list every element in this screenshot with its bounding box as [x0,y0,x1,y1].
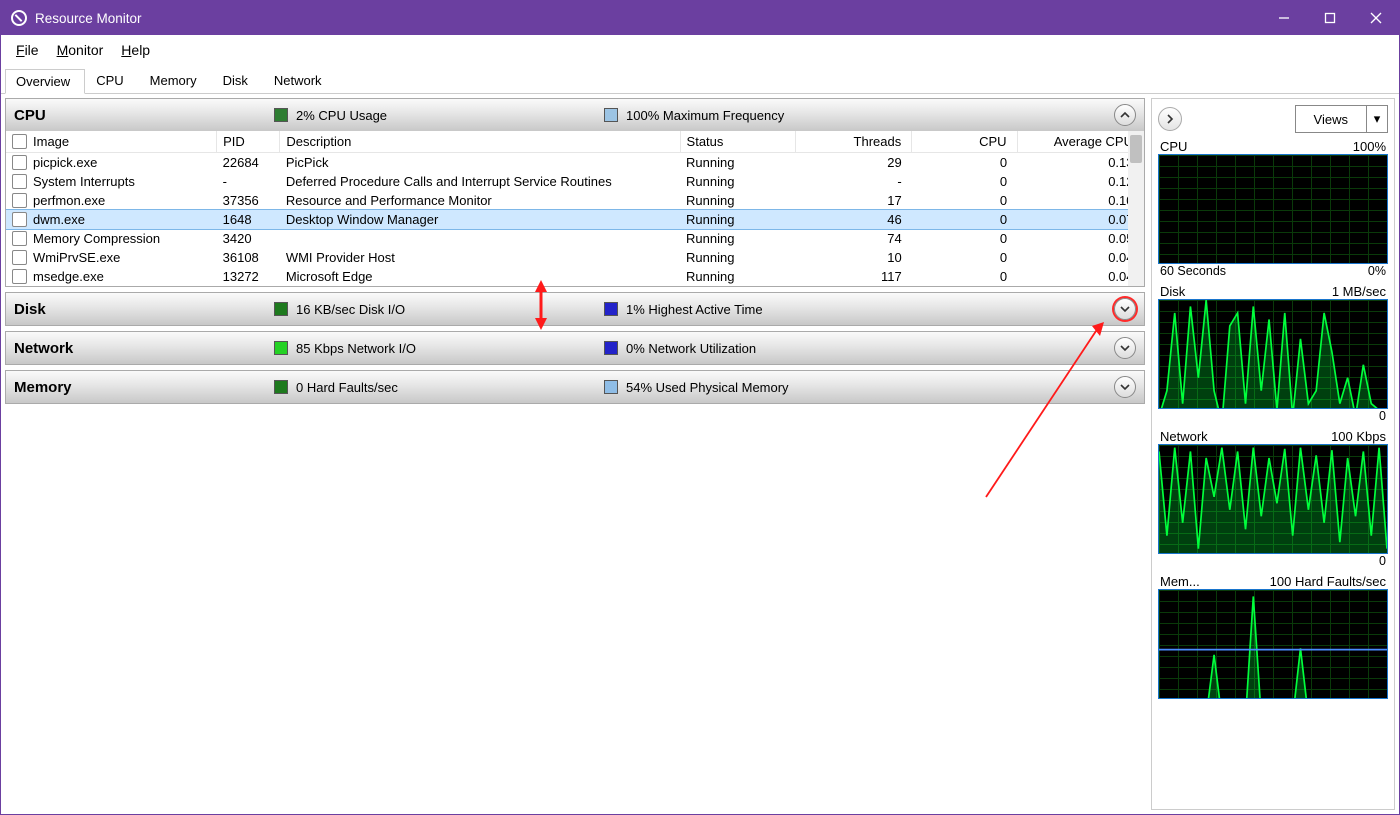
section-header-disk[interactable]: Disk 16 KB/sec Disk I/O 1% Highest Activ… [6,293,1144,325]
swatch-icon [604,380,618,394]
section-disk: Disk 16 KB/sec Disk I/O 1% Highest Activ… [5,292,1145,326]
resmon-icon [11,10,27,26]
checkbox[interactable] [12,193,27,208]
menubar: File Monitor Help [1,35,1399,66]
checkbox[interactable] [12,155,27,170]
table-row[interactable]: dwm.exe1648Desktop Window ManagerRunning… [6,210,1144,229]
checkbox[interactable] [12,269,27,284]
menu-monitor[interactable]: Monitor [48,38,113,62]
col-image[interactable]: Image [6,131,217,153]
swatch-icon [274,341,288,355]
table-row[interactable]: msedge.exe13272Microsoft EdgeRunning1170… [6,267,1144,286]
maximize-button[interactable] [1307,1,1353,35]
tab-overview[interactable]: Overview [5,69,85,94]
pane-collapse-icon[interactable] [1158,107,1182,131]
col-avgcpu[interactable]: Average CPU [1017,131,1143,153]
swatch-icon [274,380,288,394]
swatch-icon [274,302,288,316]
swatch-icon [604,302,618,316]
table-row[interactable]: picpick.exe22684PicPickRunning2900.13 [6,153,1144,173]
scrollbar[interactable] [1128,131,1144,286]
section-header-network[interactable]: Network 85 Kbps Network I/O 0% Network U… [6,332,1144,364]
swatch-icon [604,341,618,355]
table-row[interactable]: WmiPrvSE.exe36108WMI Provider HostRunnin… [6,248,1144,267]
collapse-up-icon[interactable] [1114,104,1136,126]
checkbox[interactable] [12,134,27,149]
section-cpu: CPU 2% CPU Usage 100% Maximum Frequency … [5,98,1145,287]
window-title: Resource Monitor [35,11,142,26]
chart-network: Network100 Kbps0 [1158,429,1388,568]
expand-down-icon[interactable] [1114,337,1136,359]
section-memory: Memory 0 Hard Faults/sec 54% Used Physic… [5,370,1145,404]
chevron-down-icon[interactable]: ▾ [1366,106,1387,132]
swatch-icon [604,108,618,122]
checkbox[interactable] [12,174,27,189]
menu-file[interactable]: File [7,38,48,62]
tab-disk[interactable]: Disk [212,68,263,93]
left-pane: CPU 2% CPU Usage 100% Maximum Frequency … [5,98,1145,810]
cpu-process-table: Image PID Description Status Threads CPU… [6,131,1144,286]
section-header-cpu[interactable]: CPU 2% CPU Usage 100% Maximum Frequency [6,99,1144,131]
col-pid[interactable]: PID [217,131,280,153]
close-button[interactable] [1353,1,1399,35]
col-status[interactable]: Status [680,131,796,153]
table-row[interactable]: Memory Compression3420Running7400.05 [6,229,1144,248]
section-network: Network 85 Kbps Network I/O 0% Network U… [5,331,1145,365]
views-dropdown[interactable]: Views ▾ [1295,105,1388,133]
tab-network[interactable]: Network [263,68,337,93]
chart-cpu: CPU100%60 Seconds0% [1158,139,1388,278]
chart-disk: Disk1 MB/sec0 [1158,284,1388,423]
table-row[interactable]: System Interrupts-Deferred Procedure Cal… [6,172,1144,191]
section-title: CPU [14,107,274,124]
tab-memory[interactable]: Memory [139,68,212,93]
titlebar: Resource Monitor [1,1,1399,35]
checkbox[interactable] [12,212,27,227]
tabstrip: Overview CPU Memory Disk Network [1,66,1399,95]
expand-down-icon[interactable] [1114,376,1136,398]
checkbox[interactable] [12,250,27,265]
col-cpu[interactable]: CPU [912,131,1017,153]
tab-cpu[interactable]: CPU [85,68,138,93]
menu-help[interactable]: Help [112,38,159,62]
right-pane: Views ▾ CPU100%60 Seconds0%Disk1 MB/sec0… [1151,98,1395,810]
checkbox[interactable] [12,231,27,246]
swatch-icon [274,108,288,122]
section-header-memory[interactable]: Memory 0 Hard Faults/sec 54% Used Physic… [6,371,1144,403]
minimize-button[interactable] [1261,1,1307,35]
expand-down-icon[interactable] [1114,298,1136,320]
col-threads[interactable]: Threads [796,131,912,153]
table-row[interactable]: perfmon.exe37356Resource and Performance… [6,191,1144,210]
chart-mem: Mem...100 Hard Faults/sec [1158,574,1388,699]
col-description[interactable]: Description [280,131,680,153]
